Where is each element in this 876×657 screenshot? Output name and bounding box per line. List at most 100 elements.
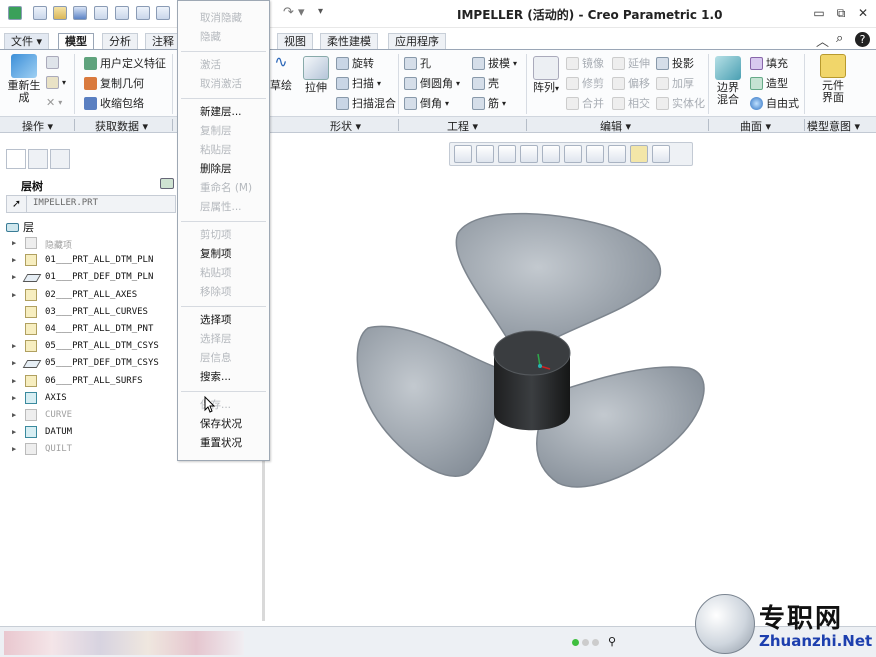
- expand-arrow-icon[interactable]: ▶: [12, 411, 16, 419]
- customize-qa-icon[interactable]: ▾: [318, 6, 323, 17]
- style-button[interactable]: 造型: [750, 75, 788, 91]
- copy-icon[interactable]: [46, 56, 59, 69]
- menu-item[interactable]: 搜索...: [200, 369, 231, 384]
- new-icon[interactable]: [33, 6, 47, 20]
- close-button[interactable]: ✕: [854, 5, 872, 21]
- minimize-button[interactable]: ▭: [810, 5, 828, 21]
- menu-item[interactable]: 层属性...: [200, 199, 242, 214]
- search-icon[interactable]: ⌕: [836, 31, 843, 46]
- model-tree-tab-icon[interactable]: [6, 149, 26, 169]
- copy-geometry-button[interactable]: 复制几何: [84, 75, 144, 91]
- redo-icon[interactable]: ↷ ▾: [283, 5, 305, 20]
- menu-item[interactable]: 新建层...: [200, 104, 242, 119]
- saved-orientations-icon[interactable]: [564, 145, 582, 163]
- menu-item[interactable]: 重置状况: [200, 435, 242, 450]
- group-shapes[interactable]: 形状 ▾: [330, 118, 361, 134]
- shell-button[interactable]: 壳: [472, 75, 499, 91]
- find-icon[interactable]: ⚲: [608, 635, 624, 649]
- group-operations[interactable]: 操作 ▾: [22, 118, 53, 134]
- pattern-button[interactable]: 阵列▾: [532, 56, 560, 95]
- expand-arrow-icon[interactable]: ▶: [12, 394, 16, 402]
- datum-display-icon[interactable]: [608, 145, 626, 163]
- menu-item[interactable]: 复制项: [200, 246, 232, 261]
- solidify-button[interactable]: 实体化: [656, 95, 705, 111]
- layer-display-icon[interactable]: [630, 145, 648, 163]
- view-manager-icon[interactable]: [586, 145, 604, 163]
- menu-item[interactable]: 粘贴层: [200, 142, 232, 157]
- layer-root[interactable]: 层: [6, 219, 34, 235]
- expand-arrow-icon[interactable]: ▶: [12, 291, 16, 299]
- minimize-ribbon-icon[interactable]: ︿: [816, 31, 829, 50]
- offset-button[interactable]: 偏移: [612, 75, 650, 91]
- graphics-window[interactable]: [268, 168, 876, 623]
- tab-file[interactable]: 文件 ▾: [4, 33, 50, 50]
- sketch-button[interactable]: ∿ 草绘: [268, 54, 294, 92]
- close-window-icon[interactable]: [136, 6, 150, 20]
- restore-button[interactable]: ⧉: [832, 5, 850, 21]
- extend-button[interactable]: 延伸: [612, 55, 650, 71]
- delete-icon[interactable]: ✕ ▾: [46, 96, 62, 109]
- menu-item[interactable]: 取消激活: [200, 76, 242, 91]
- menu-item[interactable]: 层信息: [200, 350, 232, 365]
- freestyle-button[interactable]: 自由式: [750, 95, 799, 111]
- sweep-button[interactable]: 扫描 ▾: [336, 75, 381, 91]
- trim-button[interactable]: 修剪: [566, 75, 604, 91]
- regen-status[interactable]: [572, 639, 599, 646]
- tab-model[interactable]: 模型: [58, 33, 94, 50]
- user-feature-button[interactable]: 用户定义特征: [84, 55, 166, 71]
- boundary-blend-button[interactable]: 边界混合: [712, 56, 744, 106]
- group-model-intent[interactable]: 模型意图 ▾: [807, 118, 860, 134]
- regenerate-button[interactable]: 重新生成: [6, 54, 42, 104]
- expand-arrow-icon[interactable]: ▶: [12, 445, 16, 453]
- favorites-tab-icon[interactable]: [50, 149, 70, 169]
- repaint-icon[interactable]: [520, 145, 538, 163]
- tab-flexible-modeling[interactable]: 柔性建模: [320, 33, 378, 50]
- group-engineering[interactable]: 工程 ▾: [447, 118, 478, 134]
- tab-annotate[interactable]: 注释: [145, 33, 181, 50]
- menu-item[interactable]: 保存状况: [200, 416, 242, 431]
- group-get-data[interactable]: 获取数据 ▾: [95, 118, 148, 134]
- component-interface-button[interactable]: 元件界面: [814, 54, 852, 104]
- tab-view[interactable]: 视图: [277, 33, 313, 50]
- expand-arrow-icon[interactable]: ▶: [12, 428, 16, 436]
- project-button[interactable]: 投影: [656, 55, 694, 71]
- display-style-icon[interactable]: [542, 145, 560, 163]
- chamfer-button[interactable]: 倒角 ▾: [404, 95, 449, 111]
- tab-applications[interactable]: 应用程序: [388, 33, 446, 50]
- spin-center-icon[interactable]: [652, 145, 670, 163]
- expand-arrow-icon[interactable]: ▶: [12, 239, 16, 247]
- menu-item[interactable]: 选择层: [200, 331, 232, 346]
- menu-item[interactable]: 重命名 (M): [200, 180, 252, 195]
- rib-button[interactable]: 筋 ▾: [472, 95, 506, 111]
- merge-button[interactable]: 合并: [566, 95, 604, 111]
- expand-arrow-icon[interactable]: ▶: [12, 342, 16, 350]
- thicken-button[interactable]: 加厚: [656, 75, 694, 91]
- save-icon[interactable]: [73, 6, 87, 20]
- app-icon[interactable]: [8, 6, 22, 20]
- menu-item[interactable]: 删除层: [200, 161, 232, 176]
- settings-icon[interactable]: [156, 6, 170, 20]
- zoom-out-icon[interactable]: [498, 145, 516, 163]
- group-surfaces[interactable]: 曲面 ▾: [740, 118, 771, 134]
- expand-arrow-icon[interactable]: ▶: [12, 273, 16, 281]
- draft-button[interactable]: 拔模 ▾: [472, 55, 517, 71]
- expand-arrow-icon[interactable]: ▶: [12, 377, 16, 385]
- menu-item[interactable]: 取消隐藏: [200, 10, 242, 25]
- menu-item[interactable]: 激活: [200, 57, 221, 72]
- regenerate-qa-icon[interactable]: [94, 6, 108, 20]
- menu-item[interactable]: 剪切项: [200, 227, 232, 242]
- revolve-button[interactable]: 旋转: [336, 55, 374, 71]
- round-button[interactable]: 倒圆角 ▾: [404, 75, 460, 91]
- paste-icon[interactable]: ▾: [46, 76, 66, 89]
- menu-item[interactable]: 隐藏: [200, 29, 221, 44]
- refit-icon[interactable]: [454, 145, 472, 163]
- expand-arrow-icon[interactable]: ▶: [12, 359, 16, 367]
- mirror-button[interactable]: 镜像: [566, 55, 604, 71]
- zoom-in-icon[interactable]: [476, 145, 494, 163]
- tab-analysis[interactable]: 分析: [102, 33, 138, 50]
- folder-browser-tab-icon[interactable]: [28, 149, 48, 169]
- menu-item[interactable]: 选择项: [200, 312, 232, 327]
- window-icon[interactable]: [115, 6, 129, 20]
- help-icon[interactable]: ?: [855, 32, 870, 47]
- expand-arrow-icon[interactable]: ▶: [12, 256, 16, 264]
